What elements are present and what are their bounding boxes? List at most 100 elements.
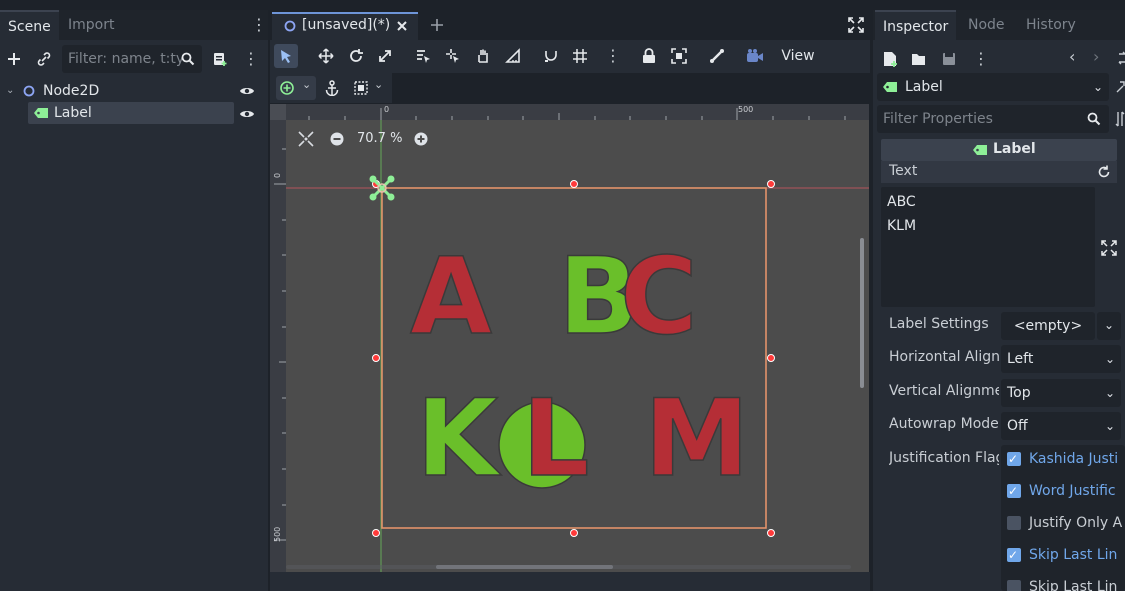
text-multiline-editor[interactable]: ABC KLM: [881, 187, 1095, 307]
resize-handle-bottom-right[interactable]: [767, 529, 775, 537]
view-menu-button[interactable]: View: [775, 42, 821, 70]
scale-mode-button[interactable]: [373, 44, 397, 68]
move-mode-button[interactable]: [314, 44, 338, 68]
top-strip: [0, 0, 1125, 10]
label-settings-chevron-icon[interactable]: ⌄: [1097, 312, 1121, 340]
visibility-eye-icon[interactable]: [239, 85, 255, 97]
scene-tree-options-icon[interactable]: [243, 49, 257, 69]
label-settings-value[interactable]: <empty>: [1001, 312, 1095, 340]
instance-scene-button[interactable]: [32, 47, 56, 71]
container-sizing-button[interactable]: ⌄: [350, 76, 390, 100]
tab-history[interactable]: History: [1018, 10, 1084, 40]
text-line-1: ABC: [887, 194, 916, 210]
canvas-svg: A B C K L M: [286, 120, 869, 572]
move-icon: [318, 48, 334, 64]
add-node-button[interactable]: [2, 47, 26, 71]
chevron-down-icon: ⌄: [302, 78, 312, 91]
flag-skip-last-line-checkbox[interactable]: Skip Last Lin: [1001, 541, 1125, 569]
resize-handle-bottom[interactable]: [570, 529, 578, 537]
zoom-in-icon[interactable]: [414, 132, 428, 146]
autowrap-mode-dropdown[interactable]: Off ⌄: [1001, 412, 1121, 440]
smart-snap-button[interactable]: [539, 44, 563, 68]
resize-handle-right[interactable]: [767, 354, 775, 362]
flag-word-checkbox[interactable]: Word Justific: [1001, 477, 1125, 505]
group-button[interactable]: [667, 44, 691, 68]
lock-button[interactable]: [637, 44, 661, 68]
pivot-mode-button[interactable]: [441, 44, 465, 68]
camera-icon: [747, 49, 763, 62]
zoom-out-icon[interactable]: [330, 132, 344, 146]
filter-properties-input[interactable]: Filter Properties: [877, 105, 1109, 133]
property-sort-icon[interactable]: [1115, 111, 1125, 127]
section-header-label: Label: [881, 139, 1117, 161]
canvas-toolbar-secondary: ⌄ ⌄: [270, 73, 392, 103]
tab-node[interactable]: Node: [960, 10, 1013, 40]
load-resource-button[interactable]: [907, 47, 931, 71]
flag-justify-only-checkbox[interactable]: Justify Only A: [1001, 509, 1125, 537]
horizontal-align-dropdown[interactable]: Left ⌄: [1001, 345, 1121, 373]
visibility-eye-icon[interactable]: [239, 108, 255, 120]
ruler-mode-button[interactable]: [501, 44, 525, 68]
canvas-toolbar: View: [270, 40, 870, 73]
save-resource-button[interactable]: [937, 47, 961, 71]
new-scene-tab-plus-icon[interactable]: [430, 18, 444, 32]
list-select-button[interactable]: [411, 44, 435, 68]
ruler-horizontal[interactable]: 0 500: [286, 104, 869, 120]
flag-kashida-checkbox[interactable]: Kashida Justi: [1001, 445, 1125, 473]
node-selector-dropdown[interactable]: Label ⌄: [877, 73, 1109, 101]
anchor-button[interactable]: [320, 76, 344, 100]
resize-handle-bottom-left[interactable]: [372, 529, 380, 537]
expand-editor-icon[interactable]: [1101, 240, 1117, 256]
history-back-icon[interactable]: ‹: [1069, 47, 1075, 66]
tab-inspector[interactable]: Inspector: [875, 10, 957, 40]
skeleton-button[interactable]: [705, 44, 729, 68]
node2d-icon: [23, 85, 35, 97]
resize-handle-top[interactable]: [570, 180, 578, 188]
camera-override-button[interactable]: [743, 44, 767, 68]
resize-handle-left[interactable]: [372, 354, 380, 362]
filter-properties-placeholder: Filter Properties: [883, 111, 993, 127]
chevron-down-icon: ⌄: [1104, 386, 1115, 400]
center-view-icon[interactable]: [298, 131, 314, 147]
tree-item-label-selected[interactable]: Label: [28, 102, 234, 124]
ruler-corner: [270, 104, 286, 120]
close-icon[interactable]: [396, 20, 408, 32]
history-forward-icon[interactable]: ›: [1093, 47, 1099, 66]
add-node-here-button[interactable]: ⌄: [276, 76, 316, 100]
object-history-icon[interactable]: [1117, 51, 1125, 65]
scene-dock-menu-icon[interactable]: [251, 15, 265, 35]
horizontal-scroll-track: [286, 565, 851, 569]
zoom-level-label[interactable]: 70.7 %: [357, 131, 402, 146]
tab-import[interactable]: Import: [60, 10, 122, 40]
checkbox-unchecked-icon: [1007, 580, 1021, 591]
tab-scene[interactable]: Scene: [0, 10, 59, 40]
inspector-tabbar: Inspector Node History: [873, 10, 1125, 40]
distraction-free-icon[interactable]: [848, 17, 864, 33]
scene-tab-unsaved[interactable]: [unsaved](*): [272, 12, 418, 40]
attach-script-button[interactable]: [208, 47, 232, 71]
grid-snap-button[interactable]: [568, 44, 592, 68]
collapse-arrow-icon[interactable]: ⌄: [6, 80, 14, 102]
tree-item-node2d[interactable]: ⌄ Node2D: [0, 80, 268, 102]
revert-icon[interactable]: [1097, 165, 1111, 179]
vertical-scrollbar[interactable]: [860, 238, 864, 388]
flag-skip-last-line-2-checkbox[interactable]: Skip Last Lin: [1001, 573, 1125, 591]
rotate-mode-button[interactable]: [344, 44, 368, 68]
new-resource-button[interactable]: [878, 47, 902, 71]
inspector-options-icon[interactable]: [973, 49, 987, 69]
canvas-letter-k: K: [416, 377, 502, 500]
save-icon: [943, 53, 955, 65]
pan-mode-button[interactable]: [471, 44, 495, 68]
resource-link-icon[interactable]: [1115, 80, 1125, 94]
vertical-align-dropdown[interactable]: Top ⌄: [1001, 379, 1121, 407]
ruler-icon: [505, 48, 520, 63]
checkbox-checked-icon: [1007, 541, 1021, 569]
snap-options-icon[interactable]: [605, 46, 619, 66]
ruler-label-500: 500: [738, 105, 754, 114]
ruler-vertical[interactable]: 0 500: [270, 120, 286, 572]
canvas-viewport[interactable]: A B C K L M 70.7 %: [286, 120, 869, 572]
resize-handle-top-right[interactable]: [767, 180, 775, 188]
select-mode-button[interactable]: [274, 44, 298, 68]
ruler-label-500: 500: [273, 526, 282, 542]
layout-icon: [354, 81, 368, 95]
